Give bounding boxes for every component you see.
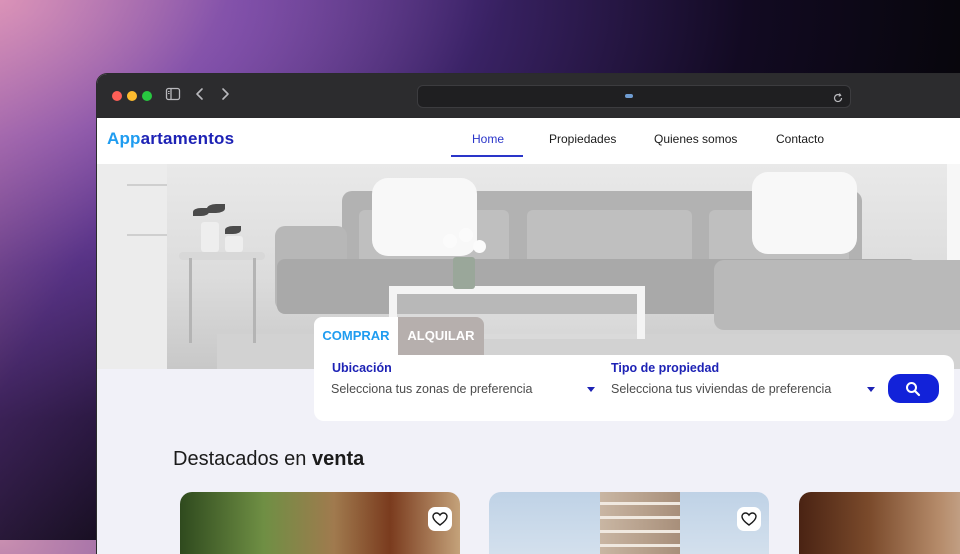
side-table-leg [253, 258, 256, 343]
nav-active-indicator [451, 155, 523, 157]
sofa-chaise [714, 260, 960, 330]
flower [473, 240, 486, 253]
plant-leaf [225, 226, 241, 234]
property-card[interactable] [489, 492, 769, 554]
wall-trim [127, 234, 167, 236]
search-panel: Ubicación Selecciona tus zonas de prefer… [314, 355, 954, 421]
building-floor [600, 502, 680, 505]
logo-text-part1: App [107, 129, 141, 148]
property-card[interactable] [799, 492, 960, 554]
address-bar[interactable] [417, 85, 851, 108]
heart-icon [741, 512, 757, 526]
reload-icon[interactable] [832, 89, 846, 103]
favorite-button[interactable] [737, 507, 761, 531]
nav-home[interactable]: Home [472, 132, 504, 146]
section-title-highlight: venta [311, 448, 365, 470]
tipo-propiedad-select[interactable]: Selecciona tus viviendas de preferencia [611, 378, 871, 400]
hero-image [97, 164, 960, 369]
tipo-propiedad-label: Tipo de propiedad [611, 361, 720, 375]
caret-down-icon[interactable] [867, 387, 875, 392]
plant-pot [201, 222, 219, 252]
nav-quienes-somos[interactable]: Quienes somos [654, 132, 737, 146]
flower [443, 234, 457, 248]
nav-contacto[interactable]: Contacto [776, 132, 824, 146]
sidebar-icon[interactable] [165, 86, 185, 106]
favorite-button[interactable] [428, 507, 452, 531]
ubicacion-select[interactable]: Selecciona tus zonas de preferencia [331, 378, 591, 400]
search-button[interactable] [888, 374, 939, 403]
browser-window: Appartamentos Home Propiedades Quienes s… [97, 74, 960, 554]
tab-alquilar[interactable]: ALQUILAR [398, 317, 484, 355]
browser-toolbar [97, 74, 960, 119]
building-floor [600, 516, 680, 519]
building-floor [600, 530, 680, 533]
site-logo[interactable]: Appartamentos [107, 129, 234, 149]
property-card[interactable] [180, 492, 460, 554]
section-title-prefix: Destacados en [173, 448, 312, 470]
chevron-left-icon[interactable] [192, 86, 212, 106]
building-image [600, 492, 680, 554]
building-floor [600, 544, 680, 547]
wall-panel [97, 164, 167, 369]
sofa-cushion [527, 210, 692, 265]
logo-text-part2: artamentos [140, 129, 235, 148]
caret-down-icon[interactable] [587, 387, 595, 392]
pillow [372, 178, 477, 256]
tab-comprar[interactable]: COMPRAR [314, 317, 398, 355]
plant-leaf [207, 204, 225, 213]
close-window-button[interactable] [112, 91, 122, 101]
side-table-leg [189, 258, 192, 343]
site-header: Appartamentos Home Propiedades Quienes s… [97, 118, 960, 164]
section-title: Destacados en venta [173, 448, 364, 471]
heart-icon [432, 512, 448, 526]
maximize-window-button[interactable] [142, 91, 152, 101]
ubicacion-label: Ubicación [332, 361, 392, 375]
plant-pot [225, 236, 243, 252]
wall-trim [127, 184, 167, 186]
site-favicon [625, 94, 633, 98]
flower [459, 228, 473, 242]
flower-vase [453, 257, 475, 289]
chevron-right-icon[interactable] [217, 86, 237, 106]
pillow [752, 172, 857, 254]
minimize-window-button[interactable] [127, 91, 137, 101]
search-icon [906, 382, 921, 397]
nav-propiedades[interactable]: Propiedades [549, 132, 616, 146]
